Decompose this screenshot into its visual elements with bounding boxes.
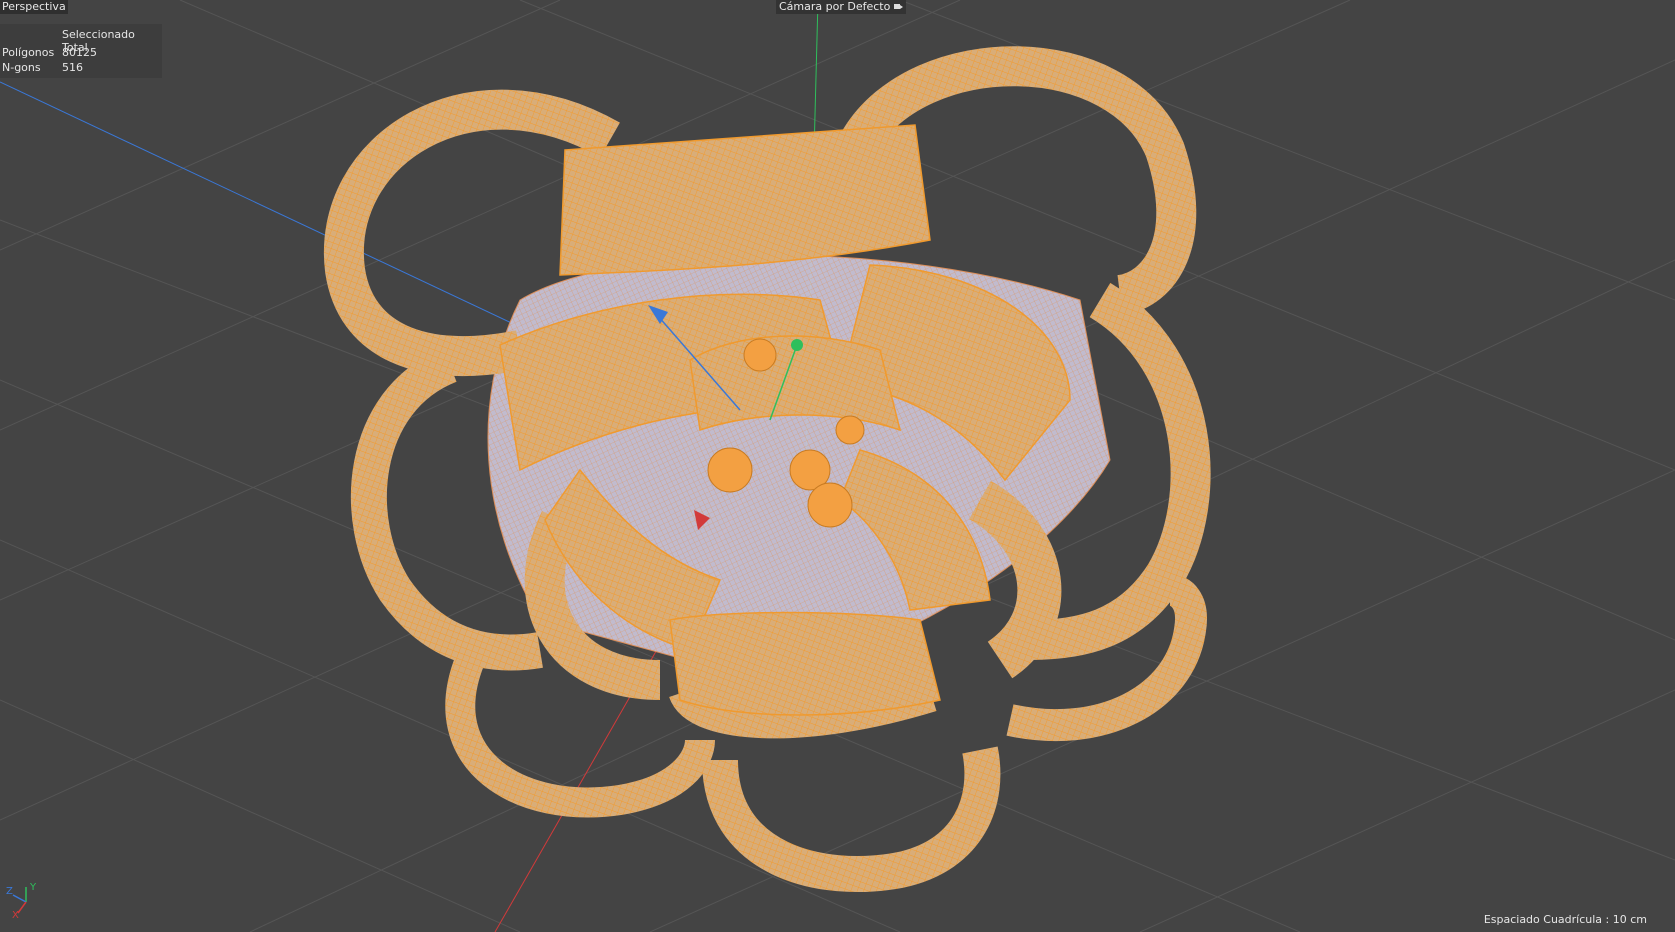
- viewport-view-label[interactable]: Perspectiva: [0, 0, 68, 14]
- grid-spacing-label: Espaciado Cuadrícula : 10 cm: [1483, 913, 1647, 926]
- camera-label: Cámara por Defecto: [779, 0, 891, 13]
- axis-orientation-icon: Y Z X: [4, 882, 40, 922]
- 3d-viewport[interactable]: Perspectiva Cámara por Defecto Seleccion…: [0, 0, 1675, 932]
- stats-value: 516: [62, 61, 83, 74]
- camera-icon[interactable]: [893, 2, 904, 12]
- stats-row-polygons: Polígonos 80125: [2, 46, 97, 59]
- stats-label: Polígonos: [2, 46, 55, 59]
- axis-y-label: Y: [30, 882, 37, 893]
- axis-x-label: X: [12, 910, 19, 921]
- camera-selector[interactable]: Cámara por Defecto: [776, 0, 907, 14]
- stats-value: 80125: [62, 46, 97, 59]
- stats-label: N-gons: [2, 61, 41, 74]
- scene-canvas[interactable]: [0, 0, 1675, 932]
- stats-row-ngons: N-gons 516: [2, 61, 83, 74]
- polygon-stats-panel: Seleccionado Total Polígonos 80125 N-gon…: [0, 24, 162, 78]
- axis-z-label: Z: [6, 886, 13, 897]
